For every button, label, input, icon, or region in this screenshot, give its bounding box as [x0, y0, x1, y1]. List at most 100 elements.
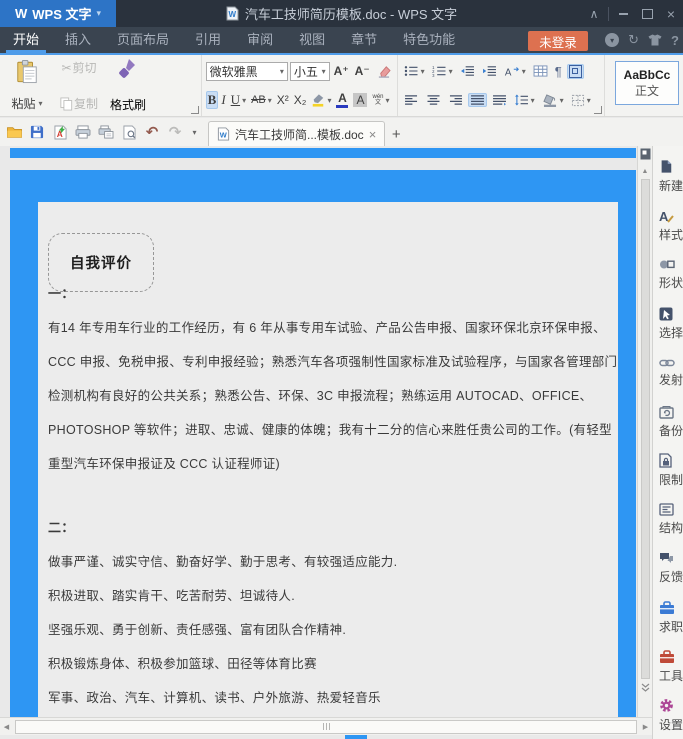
cut-label: 剪切 [72, 61, 97, 75]
paste-button[interactable]: 粘贴 ▾ [4, 58, 50, 113]
phonetic-guide-button[interactable]: wén 文 ▾ [370, 93, 391, 107]
body-line: 做事严谨、诚实守信、勤奋好学、勤于思考、有较强适应能力. [48, 555, 398, 569]
format-painter-button[interactable]: 格式刷 [110, 96, 146, 113]
updates-icon[interactable]: ▾ [605, 33, 620, 47]
italic-button[interactable]: I [219, 91, 227, 109]
app-menu-button[interactable]: W WPS 文字 ▾ [0, 0, 116, 27]
horizontal-scroll-thumb[interactable] [15, 719, 637, 734]
sidebar-item-backup[interactable]: 备份 [653, 397, 683, 446]
align-left-button[interactable] [402, 93, 421, 107]
dialog-launcher-icon[interactable] [190, 106, 199, 114]
body-line: 有14 年专用车行业的工作经历，有 6 年从事专用车试验、产品公告申报、国家环保… [48, 321, 606, 335]
shading-button[interactable]: ▾ [540, 93, 566, 108]
highlight-button[interactable]: ▾ [309, 92, 333, 108]
increase-indent-button[interactable] [480, 64, 499, 78]
tab-references[interactable]: 引用 [182, 27, 234, 53]
font-size-select[interactable]: 小五 ▾ [289, 61, 330, 81]
page-setup-toggle-button[interactable] [566, 63, 584, 79]
sidebar-item-send[interactable]: 发射 [653, 348, 683, 397]
new-tab-button[interactable]: + [385, 122, 407, 146]
tab-page-layout[interactable]: 页面布局 [104, 27, 182, 53]
close-button[interactable]: × [659, 0, 683, 27]
redo-button[interactable]: ↷ [165, 121, 185, 143]
sidebar-item-feedback[interactable]: 反馈 [653, 544, 683, 593]
clear-format-button[interactable] [374, 64, 393, 79]
minimize-button[interactable] [611, 0, 635, 27]
scroll-right-icon[interactable]: ▶ [639, 723, 652, 731]
borders-button[interactable]: ▾ [569, 93, 593, 108]
scroll-up-icon[interactable]: ▲ [642, 168, 649, 175]
shrink-font-glyph: A⁻ [354, 64, 370, 78]
maximize-button[interactable] [635, 0, 659, 27]
tab-home[interactable]: 开始 [0, 27, 52, 53]
font-color-button[interactable]: A [334, 91, 350, 109]
redo-icon: ↷ [168, 124, 182, 141]
skin-tshirt-icon[interactable] [648, 34, 662, 46]
font-name-select[interactable]: 微软雅黑 ▾ [205, 61, 288, 81]
align-center-button[interactable] [424, 93, 443, 107]
grow-font-button[interactable]: A⁺ [332, 63, 351, 79]
superscript-button[interactable]: X² [275, 92, 291, 108]
document-page[interactable]: 自我评价 一： 有14 年专用车行业的工作经历，有 6 年从事专用车试验、产品公… [10, 170, 636, 717]
vertical-scroll-thumb[interactable] [640, 179, 650, 679]
line-spacing-button[interactable]: ▾ [512, 93, 537, 107]
export-pdf-button[interactable]: A [50, 121, 70, 143]
open-file-button[interactable] [4, 121, 24, 143]
print-button[interactable] [73, 121, 93, 143]
sidebar-item-restrict[interactable]: 限制 [653, 446, 683, 495]
style-gallery-item[interactable]: AaBbCc 正文 [615, 61, 679, 105]
tab-insert[interactable]: 插入 [52, 27, 104, 53]
shrink-font-button[interactable]: A⁻ [353, 63, 372, 79]
show-paragraph-marks-button[interactable]: ¶ [553, 63, 564, 80]
underline-button[interactable]: U ▾ [229, 91, 248, 109]
ruler-toggle-icon[interactable] [640, 148, 651, 160]
insert-table-button[interactable] [531, 64, 550, 78]
horizontal-scrollbar[interactable]: ◀ ▶ [0, 717, 652, 735]
sidebar-item-tools[interactable]: 工具 [653, 642, 683, 691]
dialog-launcher-icon[interactable] [594, 106, 602, 114]
align-right-button[interactable] [446, 93, 465, 107]
undo-button[interactable]: ↶ [142, 121, 162, 143]
sidebar-item-select[interactable]: 选择 [653, 299, 683, 348]
login-button[interactable]: 未登录 [528, 31, 588, 51]
scroll-left-icon[interactable]: ◀ [0, 723, 13, 731]
text-direction-icon: A [505, 66, 519, 78]
bullets-button[interactable]: ▾ [402, 64, 427, 78]
vertical-scrollbar[interactable]: ▲ [637, 146, 652, 717]
bold-button[interactable]: B [205, 91, 219, 109]
distribute-button[interactable] [490, 93, 509, 107]
sidebar-item-new[interactable]: 新建 [653, 152, 683, 201]
help-icon[interactable]: ? [671, 33, 679, 48]
align-left-icon [404, 95, 417, 105]
subscript-button[interactable]: X₂ [292, 92, 309, 108]
page-content-panel[interactable]: 自我评价 一： 有14 年专用车行业的工作经历，有 6 年从事专用车试验、产品公… [38, 202, 618, 717]
view-document-button[interactable] [119, 121, 139, 143]
sidebar-item-job[interactable]: 求职 [653, 593, 683, 642]
character-shading-button[interactable]: A [351, 92, 369, 108]
text-direction-button[interactable]: A ▾ [502, 64, 528, 79]
quickbar-more-button[interactable]: ▾ [188, 121, 200, 143]
sync-icon[interactable]: ↻ [628, 32, 639, 48]
tab-section[interactable]: 章节 [338, 27, 390, 53]
document-tab[interactable]: W 汽车工技师简...模板.doc × [208, 121, 386, 146]
decrease-indent-button[interactable] [458, 64, 477, 78]
justify-button[interactable] [467, 93, 487, 107]
sidebar-item-styles[interactable]: A 样式 [653, 201, 683, 250]
numbering-button[interactable]: 123 ▾ [430, 64, 455, 78]
scroll-down-chevrons-icon[interactable] [641, 683, 650, 693]
sidebar-item-settings[interactable]: 设置 [653, 691, 683, 739]
collapse-ribbon-button[interactable]: ∧ [582, 0, 606, 27]
font-size-value: 小五 [293, 64, 318, 79]
tab-view[interactable]: 视图 [286, 27, 338, 53]
save-button[interactable] [27, 121, 47, 143]
close-tab-icon[interactable]: × [369, 128, 377, 141]
caret-down-icon: ▾ [38, 99, 43, 108]
sidebar-item-shapes[interactable]: 形状 [653, 250, 683, 299]
copy-button[interactable]: 复制 [58, 94, 100, 113]
tab-special-features[interactable]: 特色功能 [390, 27, 468, 53]
sidebar-item-structure[interactable]: 结构 [653, 495, 683, 544]
strikethrough-button[interactable]: AB ▾ [249, 93, 274, 107]
cut-button[interactable]: ✂ 剪切 [58, 58, 100, 77]
tab-review[interactable]: 审阅 [234, 27, 286, 53]
print-preview-button[interactable] [96, 121, 116, 143]
